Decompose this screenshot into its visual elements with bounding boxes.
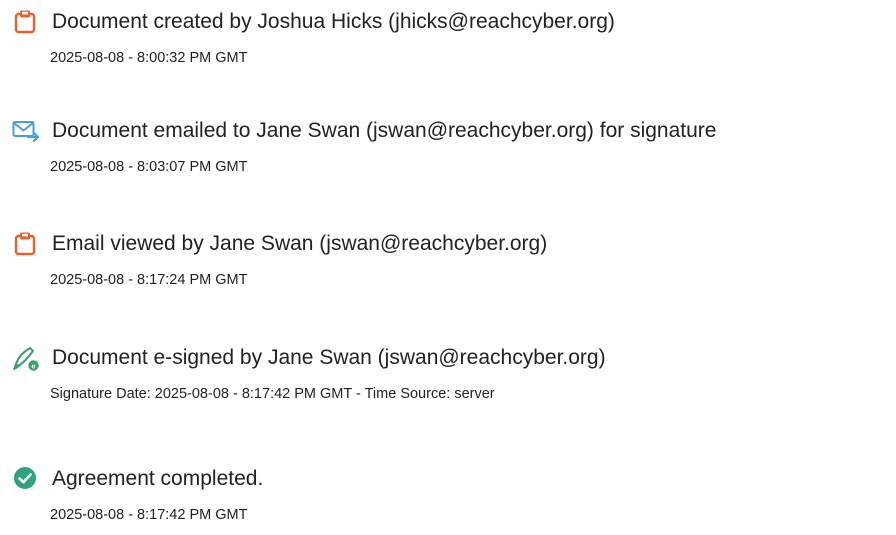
event-timestamp: 2025-08-08 - 8:17:24 PM GMT — [50, 272, 248, 288]
svg-text:e: e — [31, 361, 35, 370]
event-timestamp: 2025-08-08 - 8:00:32 PM GMT — [50, 50, 248, 66]
email-sent-icon — [12, 118, 40, 144]
event-title: Agreement completed. — [52, 467, 264, 490]
esign-pen-icon: e — [12, 345, 39, 371]
document-created-icon — [12, 9, 38, 35]
event-title: Email viewed by Jane Swan (jswan@reachcy… — [52, 232, 548, 255]
event-timestamp: Signature Date: 2025-08-08 - 8:17:42 PM … — [50, 386, 495, 402]
event-timestamp: 2025-08-08 - 8:03:07 PM GMT — [50, 159, 248, 175]
event-title: Document emailed to Jane Swan (jswan@rea… — [52, 119, 717, 142]
event-timestamp: 2025-08-08 - 8:17:42 PM GMT — [50, 507, 248, 523]
event-title: Document created by Joshua Hicks (jhicks… — [52, 10, 615, 33]
event-title: Document e-signed by Jane Swan (jswan@re… — [52, 346, 606, 369]
document-viewed-icon — [12, 231, 38, 257]
checkmark-circle-icon — [12, 466, 38, 492]
